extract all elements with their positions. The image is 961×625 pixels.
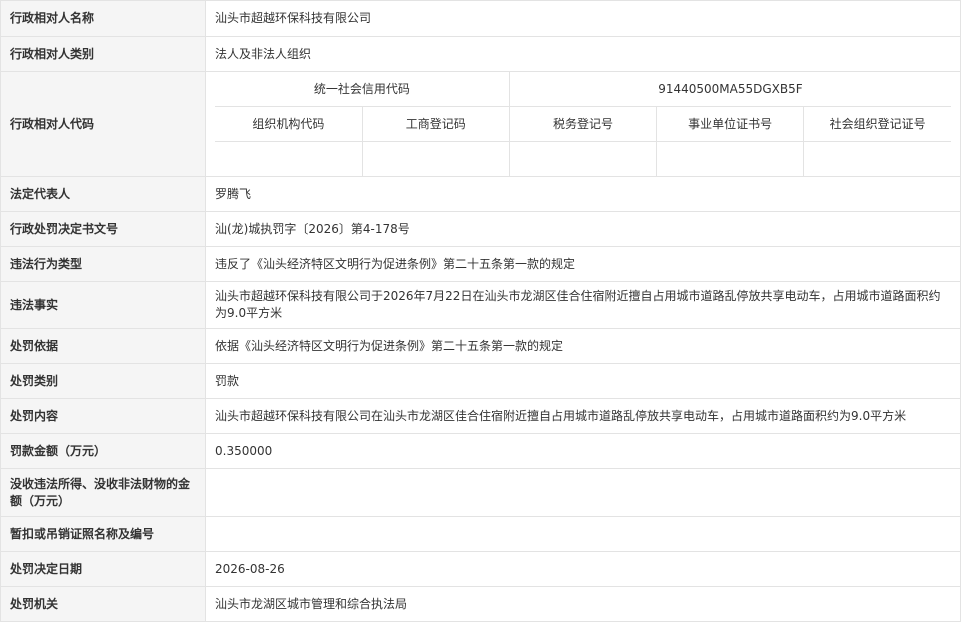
row-fine-amount: 罚款金额（万元） 0.350000 (0, 433, 961, 469)
violation-type-value: 违反了《汕头经济特区文明行为促进条例》第二十五条第一款的规定 (205, 246, 961, 282)
row-code: 行政相对人代码 统一社会信用代码 91440500MA55DGXB5F 组织机构… (0, 71, 961, 177)
institution-cert-value (656, 141, 805, 176)
penalty-type-value: 罚款 (205, 363, 961, 399)
code-label: 行政相对人代码 (0, 71, 206, 177)
row-basis: 处罚依据 依据《汕头经济特区文明行为促进条例》第二十五条第一款的规定 (0, 328, 961, 364)
code-subtable: 统一社会信用代码 91440500MA55DGXB5F 组织机构代码 工商登记码… (215, 72, 951, 176)
violation-fact-value: 汕头市超越环保科技有限公司于2026年7月22日在汕头市龙湖区佳合住宿附近擅自占… (205, 281, 961, 329)
row-decision-no: 行政处罚决定书文号 汕(龙)城执罚字〔2026〕第4-178号 (0, 211, 961, 247)
penalty-content-value: 汕头市超越环保科技有限公司在汕头市龙湖区佳合住宿附近擅自占用城市道路乱停放共享电… (205, 398, 961, 434)
decision-date-label: 处罚决定日期 (0, 551, 206, 587)
row-confiscation: 没收违法所得、没收非法财物的金额（万元） (0, 468, 961, 517)
row-penalty-type: 处罚类别 罚款 (0, 363, 961, 399)
legal-rep-label: 法定代表人 (0, 176, 206, 212)
fine-amount-value: 0.350000 (205, 433, 961, 469)
authority-value: 汕头市龙湖区城市管理和综合执法局 (205, 586, 961, 622)
tax-reg-value (508, 141, 658, 176)
name-value: 汕头市超越环保科技有限公司 (205, 0, 961, 37)
row-violation-fact: 违法事实 汕头市超越环保科技有限公司于2026年7月22日在汕头市龙湖区佳合住宿… (0, 281, 961, 329)
confiscation-label: 没收违法所得、没收非法财物的金额（万元） (0, 468, 206, 517)
legal-rep-value: 罗腾飞 (205, 176, 961, 212)
basis-label: 处罚依据 (0, 328, 206, 364)
license-suspend-value (205, 516, 961, 552)
org-code-label: 组织机构代码 (215, 106, 363, 142)
decision-no-label: 行政处罚决定书文号 (0, 211, 206, 247)
row-penalty-content: 处罚内容 汕头市超越环保科技有限公司在汕头市龙湖区佳合住宿附近擅自占用城市道路乱… (0, 398, 961, 434)
decision-no-value: 汕(龙)城执罚字〔2026〕第4-178号 (205, 211, 961, 247)
category-value: 法人及非法人组织 (205, 36, 961, 72)
social-org-value (803, 141, 951, 176)
name-label: 行政相对人名称 (0, 0, 206, 37)
credit-code-label: 统一社会信用代码 (215, 72, 510, 107)
business-reg-value (361, 141, 510, 176)
credit-code-value: 91440500MA55DGXB5F (508, 72, 951, 107)
row-name: 行政相对人名称 汕头市超越环保科技有限公司 (0, 0, 961, 37)
category-label: 行政相对人类别 (0, 36, 206, 72)
tax-reg-label: 税务登记号 (508, 106, 658, 142)
authority-label: 处罚机关 (0, 586, 206, 622)
violation-fact-label: 违法事实 (0, 281, 206, 329)
row-decision-date: 处罚决定日期 2026-08-26 (0, 551, 961, 587)
org-code-value (215, 141, 363, 176)
fine-amount-label: 罚款金额（万元） (0, 433, 206, 469)
basis-value: 依据《汕头经济特区文明行为促进条例》第二十五条第一款的规定 (205, 328, 961, 364)
row-violation-type: 违法行为类型 违反了《汕头经济特区文明行为促进条例》第二十五条第一款的规定 (0, 246, 961, 282)
license-suspend-label: 暂扣或吊销证照名称及编号 (0, 516, 206, 552)
business-reg-label: 工商登记码 (361, 106, 510, 142)
confiscation-value (205, 468, 961, 517)
social-org-label: 社会组织登记证号 (803, 106, 951, 142)
institution-cert-label: 事业单位证书号 (656, 106, 805, 142)
penalty-info-table: 行政相对人名称 汕头市超越环保科技有限公司 行政相对人类别 法人及非法人组织 行… (0, 0, 961, 622)
penalty-content-label: 处罚内容 (0, 398, 206, 434)
row-legal-rep: 法定代表人 罗腾飞 (0, 176, 961, 212)
row-authority: 处罚机关 汕头市龙湖区城市管理和综合执法局 (0, 586, 961, 622)
violation-type-label: 违法行为类型 (0, 246, 206, 282)
row-license-suspend: 暂扣或吊销证照名称及编号 (0, 516, 961, 552)
row-category: 行政相对人类别 法人及非法人组织 (0, 36, 961, 72)
penalty-type-label: 处罚类别 (0, 363, 206, 399)
decision-date-value: 2026-08-26 (205, 551, 961, 587)
